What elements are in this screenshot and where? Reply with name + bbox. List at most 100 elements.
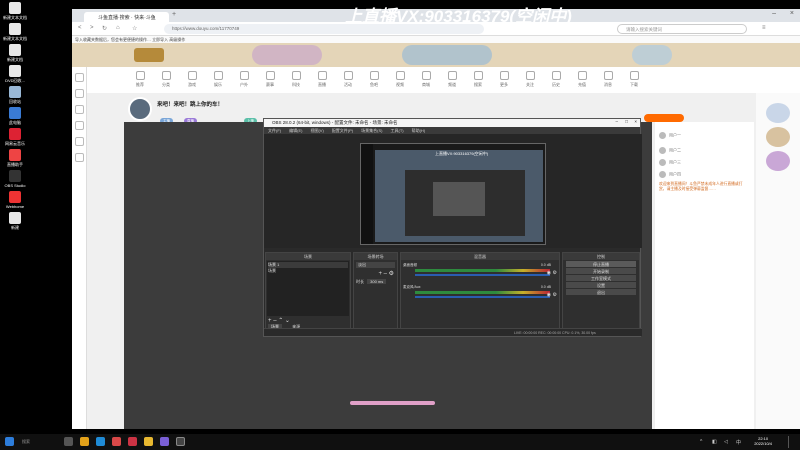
follow-button[interactable] [644,114,684,122]
volume-icon[interactable]: ◁ [724,439,728,445]
desktop-icon[interactable]: OBS Studio [2,170,28,188]
show-desktop-button[interactable] [788,436,796,448]
app-icon[interactable] [144,437,153,446]
stop-stream-button[interactable]: 停止直播 [566,261,636,267]
category-item[interactable]: 视频 [390,71,410,88]
gear-icon[interactable]: ⚙ [553,292,557,298]
desktop-icon[interactable]: 新建 [2,212,28,231]
obs-menu-item[interactable]: 帮助(H) [412,128,426,133]
desktop-icon[interactable]: Webhome [2,191,28,209]
scene-item[interactable]: 场景 [268,268,348,274]
menu-icon[interactable]: ≡ [762,25,766,31]
new-tab-icon[interactable]: + [172,11,176,18]
category-item[interactable]: 科技 [286,71,306,88]
obs-menu-item[interactable]: 场景集合(S) [361,128,382,133]
network-icon[interactable]: ◧ [712,439,717,445]
start-icon[interactable] [5,437,14,446]
volume-slider[interactable] [415,274,550,276]
category-item[interactable]: 赛事 [260,71,280,88]
category-nav: 推荐 分类 游戏 娱乐 户外 赛事 科技 直播 活动 鱼吧 视频 商城 频道 搜索 更多 关注 历史 充值 消息 下载 [72,67,800,93]
forward-icon[interactable]: > [90,25,94,31]
maximize-icon[interactable]: □ [625,119,628,124]
browser-icon[interactable] [96,437,105,446]
browser-tab[interactable]: 斗鱼直播·搜索 · 快来·斗鱼 [84,12,169,22]
category-item[interactable]: 商城 [416,71,436,88]
obs-menu-item[interactable]: 视图(V) [310,128,323,133]
speaker-icon[interactable]: ◉ [547,270,551,276]
streamer-avatar[interactable] [128,97,152,121]
exit-button[interactable]: 退出 [566,289,636,295]
video-icon[interactable] [75,121,84,130]
settings-button[interactable]: 设置 [566,282,636,288]
speaker-icon[interactable]: ◉ [547,292,551,298]
bookmarks-bar[interactable]: 导入收藏夹数据后，您会有更便捷的操作… 立即导入 高级操作 [72,36,800,43]
game-icon[interactable] [75,137,84,146]
site-logo[interactable] [134,48,164,62]
ime-icon[interactable]: 中 [736,439,741,446]
category-item[interactable]: 分类 [156,71,176,88]
taskbar-clock[interactable]: 22:10 2022/10/4 [754,436,772,446]
home-icon[interactable] [75,73,84,82]
task-view-icon[interactable] [64,437,73,446]
category-item[interactable]: 户外 [234,71,254,88]
duration-input[interactable]: 300 ms [367,279,387,284]
recommend-thumb[interactable] [766,151,790,171]
file-explorer-icon[interactable] [80,437,89,446]
category-item[interactable]: 推荐 [130,71,150,88]
start-recording-button[interactable]: 开始录制 [566,268,636,274]
fish-bar-icon[interactable] [75,153,84,162]
minimize-icon[interactable]: – [772,10,776,17]
close-icon[interactable]: × [634,119,637,124]
desktop-icon[interactable]: 新建文本文档 [2,23,28,42]
obs-menu-item[interactable]: 配置文件(P) [332,128,353,133]
back-icon[interactable]: < [78,25,82,31]
desktop-icon[interactable]: 直播助手 [2,149,28,168]
recommend-thumb[interactable] [766,127,790,147]
desktop-icon[interactable]: 新建文档 [2,44,28,63]
minimize-icon[interactable]: – [615,119,618,124]
refresh-icon[interactable]: ↻ [102,25,107,32]
obs-menu-item[interactable]: 编辑(E) [289,128,302,133]
transition-select[interactable]: 淡出 [356,262,395,268]
app-icon[interactable] [112,437,121,446]
close-icon[interactable]: × [790,10,794,17]
obs-preview[interactable]: 上直播VX:903316379(空闲中) [264,134,642,248]
desktop-icon[interactable]: DVD回收... [2,65,28,84]
pink-banner[interactable] [350,401,435,405]
category-item[interactable]: 鱼吧 [364,71,384,88]
recommend-thumb[interactable] [766,103,790,123]
desktop-icon[interactable]: 网易云音乐 [2,128,28,147]
category-item[interactable]: 频道 [442,71,462,88]
gear-icon[interactable]: ⚙ [553,270,557,276]
follow-icon[interactable] [75,89,84,98]
category-item[interactable]: 游戏 [182,71,202,88]
desktop-icon[interactable]: 新建文本文档 [2,2,28,21]
app-icon[interactable] [160,437,169,446]
studio-mode-button[interactable]: 工作室模式 [566,275,636,281]
browser-search-input[interactable]: 请输入搜索关键词 [617,24,747,34]
desktop-icon[interactable]: 回收站 [2,86,28,105]
category-icon[interactable] [75,105,84,114]
home-icon[interactable]: ⌂ [116,25,120,31]
obs-menu-item[interactable]: 工具(T) [390,128,403,133]
obs-icon[interactable] [176,437,185,446]
category-item[interactable]: 娱乐 [208,71,228,88]
star-icon[interactable]: ☆ [132,25,137,32]
category-item[interactable]: 直播 [312,71,332,88]
category-item[interactable]: 充值 [572,71,592,88]
tray-chevron-icon[interactable]: ^ [700,439,702,445]
category-item[interactable]: 消息 [598,71,618,88]
taskbar-search[interactable]: 搜索 [22,438,62,446]
category-item[interactable]: 搜索 [468,71,488,88]
category-item[interactable]: 关注 [520,71,540,88]
desktop-icon[interactable]: 此电脑 [2,107,28,126]
category-item[interactable]: 下载 [624,71,644,88]
category-item[interactable]: 活动 [338,71,358,88]
category-item[interactable]: 历史 [546,71,566,88]
obs-menu-item[interactable]: 文件(F) [268,128,281,133]
music-icon[interactable] [128,437,137,446]
category-item[interactable]: 更多 [494,71,514,88]
desktop-icon-label: 新建文档 [7,57,23,62]
volume-slider[interactable] [415,296,550,298]
transition-add-icon[interactable]: + – ⚙ [354,270,397,277]
